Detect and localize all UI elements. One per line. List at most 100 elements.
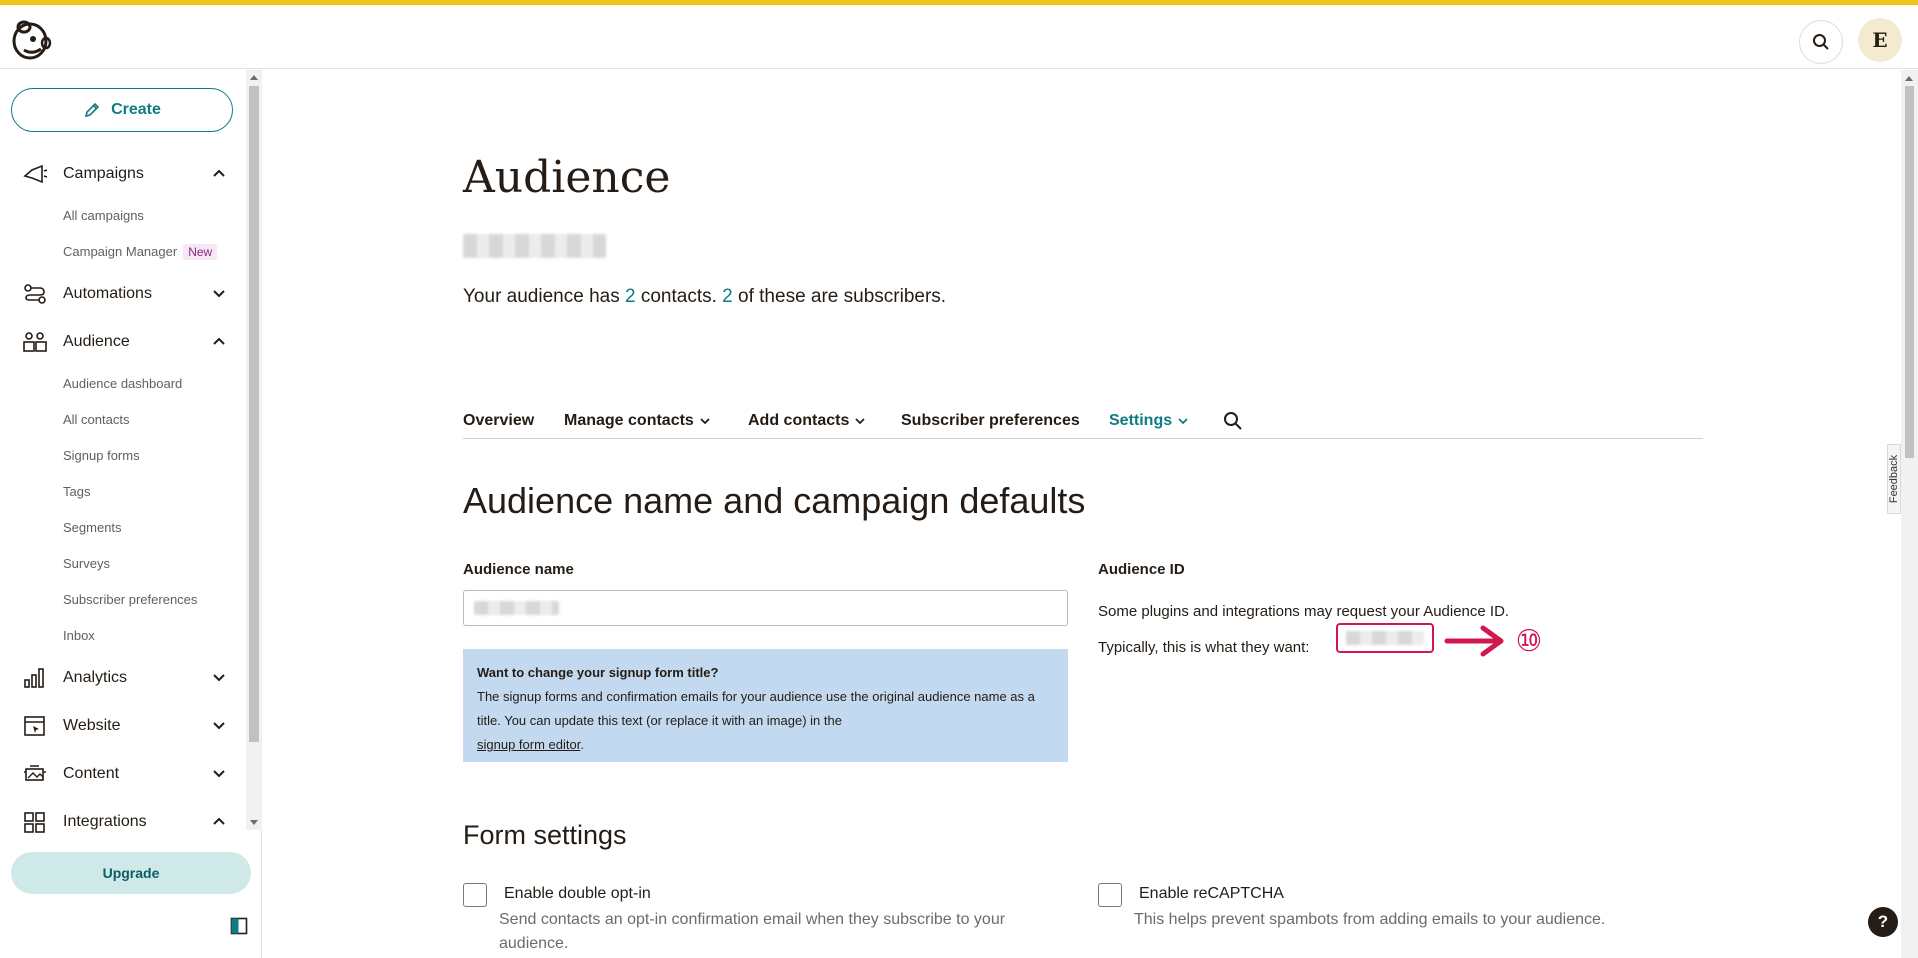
redacted-input-value	[474, 601, 559, 615]
sidebar-item-label: Campaigns	[63, 165, 144, 182]
pencil-icon	[84, 102, 100, 118]
tab-label: Manage contacts	[564, 412, 694, 429]
sidebar-item-label: Content	[63, 765, 120, 782]
recaptcha-checkbox[interactable]	[1098, 883, 1122, 907]
sidebar-item-segments[interactable]: Segments	[63, 520, 122, 535]
redacted-audience-name	[463, 234, 606, 258]
help-button[interactable]: ?	[1868, 907, 1898, 937]
stats-middle: contacts.	[635, 286, 723, 307]
content-icon	[24, 765, 46, 781]
main-scrollbar[interactable]	[1901, 70, 1918, 958]
sidebar-item-audience[interactable]: Audience	[0, 326, 240, 358]
scroll-down-arrow-icon[interactable]	[250, 820, 258, 825]
annotation-arrow-icon: ⑩	[1444, 624, 1543, 659]
chevron-down-icon	[855, 418, 865, 425]
subscribers-count[interactable]: 2	[722, 286, 733, 307]
info-box-body: The signup forms and confirmation emails…	[477, 685, 1054, 757]
collapse-sidebar-icon[interactable]	[230, 917, 248, 935]
redacted-audience-id	[1346, 631, 1424, 645]
sidebar-item-label: Automations	[63, 285, 152, 302]
tab-subscriber-preferences[interactable]: Subscriber preferences	[901, 412, 1080, 430]
sidebar-item-label: Integrations	[63, 813, 147, 830]
chevron-down-icon	[1178, 418, 1188, 425]
audience-id-highlight-box	[1336, 623, 1434, 653]
sidebar-item-website[interactable]: Website	[0, 710, 240, 742]
sidebar-item-subscriber-preferences[interactable]: Subscriber preferences	[63, 592, 197, 607]
scroll-up-arrow-icon[interactable]	[250, 75, 258, 80]
chevron-down-icon[interactable]	[212, 672, 226, 682]
double-optin-label[interactable]: Enable double opt-in	[504, 885, 651, 903]
chevron-up-icon[interactable]	[212, 168, 226, 178]
automations-icon	[24, 284, 46, 304]
sidebar-item-campaigns[interactable]: Campaigns	[0, 158, 240, 190]
sidebar-scrollbar-thumb[interactable]	[249, 86, 259, 742]
grid-icon	[24, 812, 45, 833]
sidebar-item-signup-forms[interactable]: Signup forms	[63, 448, 140, 463]
section-title: Audience name and campaign defaults	[463, 480, 1086, 521]
sidebar-item-campaign-manager[interactable]: Campaign Manager New	[63, 244, 218, 260]
double-optin-description: Send contacts an opt-in confirmation ema…	[499, 911, 1006, 952]
megaphone-icon	[23, 164, 48, 184]
upgrade-button[interactable]: Upgrade	[11, 852, 251, 894]
chevron-down-icon[interactable]	[212, 288, 226, 298]
audience-id-hint: Typically, this is what they want:	[1098, 639, 1310, 656]
feedback-tab[interactable]: Feedback	[1887, 444, 1901, 514]
tab-overview[interactable]: Overview	[463, 412, 534, 430]
signup-form-info-box: Want to change your signup form title? T…	[463, 649, 1068, 762]
sidebar-item-surveys[interactable]: Surveys	[63, 556, 110, 571]
sidebar: Create Campaigns All campaigns Campaign …	[0, 70, 262, 958]
create-button[interactable]: Create	[11, 88, 233, 132]
info-box-text: The signup forms and confirmation emails…	[477, 689, 1035, 728]
tab-label: Subscriber preferences	[901, 412, 1080, 429]
sidebar-item-integrations[interactable]: Integrations	[0, 806, 240, 838]
page-title: Audience	[463, 152, 671, 203]
scroll-up-arrow-icon[interactable]	[1905, 76, 1913, 81]
contacts-count[interactable]: 2	[625, 286, 636, 307]
mailchimp-logo-icon[interactable]	[10, 17, 54, 61]
sidebar-item-label: Website	[63, 717, 121, 734]
stats-prefix: Your audience has	[463, 286, 625, 307]
audience-icon	[23, 332, 47, 352]
sidebar-item-content[interactable]: Content	[0, 758, 240, 790]
audience-name-input[interactable]	[463, 590, 1068, 626]
sidebar-item-audience-dashboard[interactable]: Audience dashboard	[63, 376, 182, 391]
tab-add-contacts[interactable]: Add contacts	[748, 412, 865, 430]
chevron-up-icon[interactable]	[212, 336, 226, 346]
sidebar-item-tags[interactable]: Tags	[63, 484, 90, 499]
sidebar-item-label: Analytics	[63, 669, 128, 686]
audience-tabs: Overview Manage contacts Add contacts Su…	[463, 412, 1703, 439]
main-scrollbar-thumb[interactable]	[1905, 86, 1914, 458]
stats-suffix: of these are subscribers.	[732, 286, 947, 307]
annotation-number: ⑩	[1516, 624, 1543, 659]
search-icon	[1813, 34, 1829, 50]
tab-label: Settings	[1109, 412, 1173, 429]
sidebar-item-analytics[interactable]: Analytics	[0, 662, 240, 694]
user-avatar[interactable]: E	[1858, 18, 1902, 62]
chevron-down-icon[interactable]	[212, 768, 226, 778]
chevron-down-icon	[700, 418, 710, 425]
recaptcha-label[interactable]: Enable reCAPTCHA	[1139, 885, 1284, 903]
sidebar-item-all-contacts[interactable]: All contacts	[63, 412, 129, 427]
chevron-down-icon[interactable]	[212, 720, 226, 730]
tab-settings[interactable]: Settings	[1109, 412, 1188, 430]
tab-label: Overview	[463, 412, 535, 429]
new-badge: New	[183, 244, 218, 260]
create-button-label: Create	[111, 101, 161, 118]
sidebar-scrollbar[interactable]	[246, 70, 262, 830]
top-bar: E	[0, 5, 1918, 69]
search-icon[interactable]	[1223, 411, 1243, 431]
main-content: Audience Your audience has 2 contacts. 2…	[263, 70, 1918, 958]
sidebar-item-all-campaigns[interactable]: All campaigns	[63, 208, 144, 223]
double-optin-checkbox[interactable]	[463, 883, 487, 907]
audience-name-label: Audience name	[463, 561, 574, 578]
sidebar-item-inbox[interactable]: Inbox	[63, 628, 95, 643]
website-icon	[24, 716, 45, 736]
tab-manage-contacts[interactable]: Manage contacts	[564, 412, 710, 430]
tab-label: Add contacts	[748, 412, 850, 429]
sidebar-item-automations[interactable]: Automations	[0, 278, 240, 310]
global-search-button[interactable]	[1799, 20, 1843, 64]
signup-form-editor-link[interactable]: signup form editor	[477, 737, 580, 752]
chevron-up-icon[interactable]	[212, 816, 226, 826]
info-box-end: .	[580, 737, 584, 752]
audience-id-label: Audience ID	[1098, 561, 1185, 578]
